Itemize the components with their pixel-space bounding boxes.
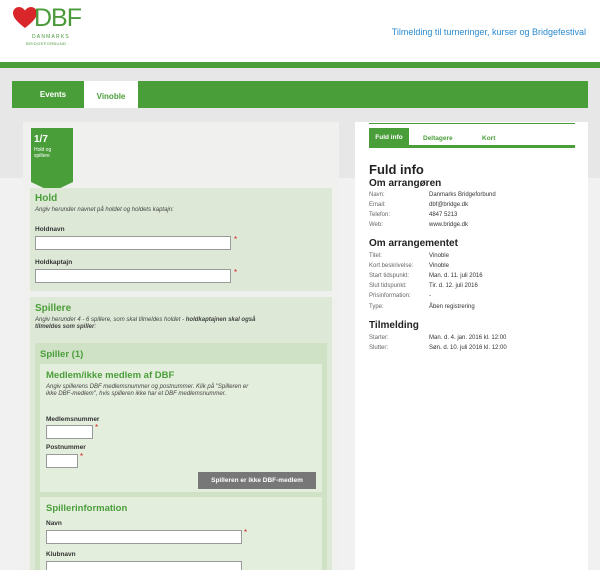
spillere-section: Spillere Angiv herunder 4 - 6 spillere, … <box>30 297 332 570</box>
not-member-button[interactable]: Spilleren er ikke DBF-medlem <box>198 472 316 489</box>
step-indicator: 1/7 Hold og spillere <box>31 128 73 182</box>
info-heading: Fuld info <box>369 162 424 177</box>
info-value: Tir. d. 12. juli 2016 <box>429 283 478 289</box>
info-key: Start tidspunkt: <box>369 273 410 279</box>
hold-section: Hold Angiv herunder navnet på holdet og … <box>30 188 332 291</box>
tab-fuld-info[interactable]: Fuld info <box>369 128 409 148</box>
info-value: Man. d. 4. jan. 2016 kl. 12:00 <box>429 335 507 341</box>
step-number: 1/7 <box>34 134 48 145</box>
member-title: Medlem/ikke medlem af DBF <box>46 370 175 381</box>
info-key: Type: <box>369 304 384 310</box>
player-card: Spiller (1) Medlem/ikke medlem af DBF An… <box>35 343 327 570</box>
required-marker: * <box>234 268 238 277</box>
green-divider <box>0 62 600 68</box>
tab-events[interactable]: Events <box>28 81 78 108</box>
info-key: Slutter: <box>369 345 389 351</box>
tab-kort[interactable]: Kort <box>482 130 495 148</box>
arrangement-title: Om arrangementet <box>369 238 458 249</box>
spillere-description: Angiv herunder 4 - 6 spillere, som skal … <box>35 317 256 330</box>
info-key: Titel: <box>369 253 382 259</box>
required-marker: * <box>244 528 248 537</box>
logo-subtitle: DANMARKS <box>32 34 70 40</box>
info-value: Åben registrering <box>429 304 475 310</box>
info-value: Man. d. 11. juli 2016 <box>429 273 483 279</box>
dbf-logo[interactable]: DBF DANMARKS BRIDGEFORBUND <box>12 4 82 54</box>
holdnavn-label: Holdnavn <box>35 226 65 233</box>
holdkaptajn-input[interactable] <box>35 269 231 283</box>
registration-form: 1/7 Hold og spillere Hold Angiv herunder… <box>23 122 339 570</box>
required-marker: * <box>95 423 99 432</box>
klubnavn-label: Klubnavn <box>46 551 76 558</box>
info-value: Vinoble <box>429 263 449 269</box>
required-marker: * <box>234 235 238 244</box>
info-key: Navn: <box>369 192 385 198</box>
info-key: Kort beskrivelse: <box>369 263 414 269</box>
info-value: Danmarks Bridgeforbund <box>429 192 496 198</box>
main-nav: Events Vinoble <box>12 81 588 108</box>
arrangor-title: Om arrangøren <box>369 178 442 189</box>
tilmelding-title: Tilmelding <box>369 320 419 331</box>
member-section: Medlem/ikke medlem af DBF Angiv spillere… <box>40 364 322 492</box>
web-link[interactable]: www.bridge.dk <box>429 222 468 228</box>
info-value: Vinoble <box>429 253 449 259</box>
required-marker: * <box>80 452 84 461</box>
info-key: Web: <box>369 222 383 228</box>
navn-input[interactable] <box>46 530 242 544</box>
info-value: - <box>429 293 431 299</box>
logo-subtitle-2: BRIDGEFORBUND <box>26 41 67 46</box>
tab-deltagere[interactable]: Deltagere <box>423 130 453 148</box>
info-value: 4847 5213 <box>429 212 458 218</box>
info-key: Prisinformation: <box>369 293 411 299</box>
hold-description: Angiv herunder navnet på holdet og holde… <box>35 207 174 213</box>
info-key: Telefon: <box>369 212 391 218</box>
info-value: Søn. d. 10. juli 2016 kl. 12:00 <box>429 345 507 351</box>
player-title: Spiller (1) <box>40 349 84 360</box>
info-tabs: Fuld info Deltagere Kort <box>369 124 575 148</box>
tab-vinoble[interactable]: Vinoble <box>84 81 138 108</box>
member-description: Angiv spillerens DBF medlemsnummer og po… <box>46 384 249 397</box>
event-info-panel: Fuld info Deltagere Kort Fuld info Om ar… <box>355 122 588 570</box>
info-key: Slut tidspunkt: <box>369 283 407 289</box>
medlemsnummer-input[interactable] <box>46 425 93 439</box>
holdkaptajn-label: Holdkaptajn <box>35 259 73 266</box>
info-key: Starter: <box>369 335 389 341</box>
spillere-title: Spillere <box>35 303 72 314</box>
player-info-title: Spillerinformation <box>46 503 128 514</box>
email-link[interactable]: dbf@bridge.dk <box>429 202 468 208</box>
medlemsnummer-label: Medlemsnummer <box>46 416 100 423</box>
hold-title: Hold <box>35 193 58 204</box>
info-key: Email: <box>369 202 386 208</box>
site-header: DBF DANMARKS BRIDGEFORBUND Tilmelding ti… <box>0 0 600 62</box>
postnummer-label: Postnummer <box>46 444 86 451</box>
postnummer-input[interactable] <box>46 454 78 468</box>
holdnavn-input[interactable] <box>35 236 231 250</box>
klubnavn-input[interactable] <box>46 561 242 570</box>
navn-label: Navn <box>46 520 62 527</box>
site-title: Tilmelding til turneringer, kurser og Br… <box>391 27 586 37</box>
player-info-section: Spillerinformation Navn * Klubnavn <box>40 497 322 570</box>
logo-text: DBF <box>34 4 82 32</box>
step-label: Hold og spillere <box>34 147 52 159</box>
